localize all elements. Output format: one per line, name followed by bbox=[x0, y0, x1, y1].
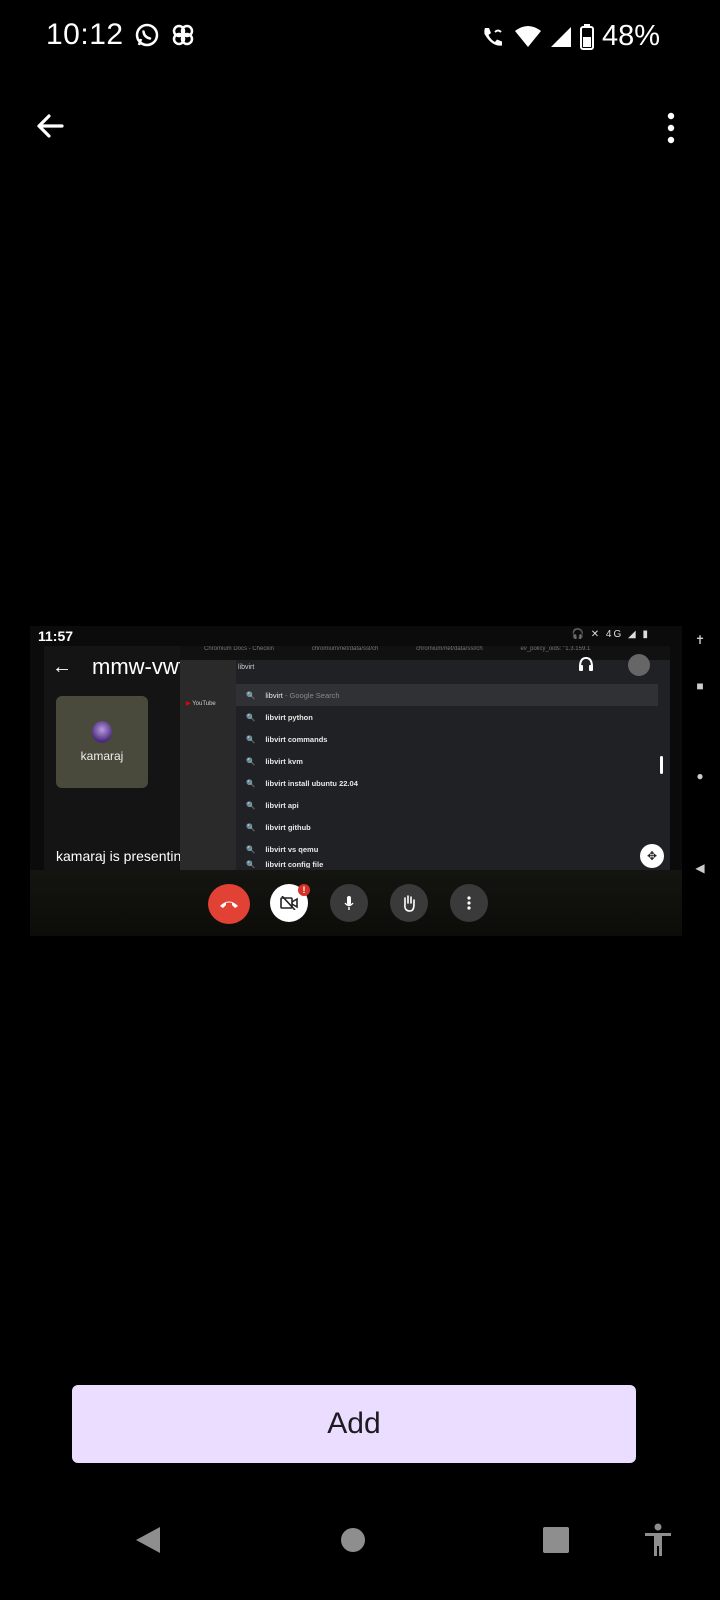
whatsapp-icon bbox=[135, 23, 159, 47]
meeting-back-icon: ← bbox=[52, 656, 72, 678]
fullscreen-exit-icon: ✥ bbox=[640, 844, 664, 868]
participant-tile: kamaraj bbox=[56, 696, 148, 788]
nav-back-button[interactable] bbox=[118, 1510, 178, 1570]
end-call-icon bbox=[208, 884, 250, 924]
suggestion-item: 🔍 libvirt commands bbox=[246, 734, 328, 744]
back-icon bbox=[136, 1527, 160, 1553]
nav-home-button[interactable] bbox=[323, 1510, 383, 1570]
screenshot-preview: 11:57 🎧 ✕ 4G ◢ ▮ ✝ ■ ● ◀ ← mmw-vwto-tkg … bbox=[30, 626, 720, 936]
raise-hand-icon bbox=[390, 884, 428, 922]
avatar bbox=[92, 721, 112, 743]
call-controls: ! bbox=[30, 870, 682, 936]
system-nav-bar bbox=[0, 1480, 720, 1600]
back-icon: ◀ bbox=[695, 861, 705, 875]
recents-icon bbox=[543, 1527, 569, 1553]
suggestion-item: 🔍 libvirt install ubuntu 22.04 bbox=[246, 778, 358, 788]
mic-icon bbox=[330, 884, 368, 922]
presenting-label: kamaraj is presenting bbox=[56, 848, 190, 864]
status-right-icons: 48% bbox=[480, 20, 660, 53]
more-vert-icon bbox=[667, 112, 675, 144]
browser-tabs: Chromium Docs - Checkin chromium/net/dat… bbox=[180, 646, 670, 660]
suggestion-item: 🔍 libvirt python bbox=[246, 712, 313, 722]
browser-tab: Chromium Docs - Checkin bbox=[204, 646, 275, 652]
accessibility-icon: ✝ bbox=[694, 633, 706, 647]
nav-recents-button[interactable] bbox=[526, 1510, 586, 1570]
switch-camera-icon bbox=[628, 654, 650, 676]
home-icon bbox=[341, 1528, 365, 1552]
wifi-calling-icon bbox=[484, 27, 502, 46]
browser-tab: ev_policy_oids: "1.3.159.1 bbox=[520, 646, 591, 652]
nav-accessibility-button[interactable] bbox=[628, 1510, 688, 1570]
preview-side-nav: ✝ ■ ● ◀ bbox=[682, 626, 720, 936]
more-vert-icon bbox=[450, 884, 488, 922]
suggestion-item: 🔍 libvirt api bbox=[246, 800, 299, 810]
signal-icon bbox=[550, 26, 571, 47]
wifi-icon bbox=[514, 25, 541, 47]
accessibility-icon bbox=[645, 1523, 671, 1556]
suggestion-item: 🔍 libvirt vs qemu bbox=[246, 844, 319, 854]
recents-icon: ■ bbox=[696, 679, 704, 693]
youtube-bookmark: ▶ YouTube bbox=[186, 701, 216, 707]
scrollbar bbox=[660, 756, 663, 774]
headphones-icon bbox=[578, 656, 594, 677]
browser-tab: chromium/net/data/ssl/ch bbox=[311, 646, 379, 652]
meeting-view: ← mmw-vwto-tkg ▶ kamaraj kamaraj is pres… bbox=[44, 646, 670, 876]
shared-browser-screen: Chromium Docs - Checkin chromium/net/dat… bbox=[180, 646, 670, 876]
browser-sidebar: ▶ YouTube bbox=[180, 660, 236, 876]
preview-status-icons: 🎧 ✕ 4G ◢ ▮ bbox=[571, 629, 650, 640]
arrow-left-icon bbox=[37, 114, 64, 138]
status-left-icons bbox=[134, 22, 196, 48]
pinwheel-icon bbox=[172, 24, 194, 46]
battery-percent: 48% bbox=[601, 20, 660, 52]
add-button[interactable]: Add bbox=[72, 1385, 636, 1463]
suggestion-item: 🔍 libvirt config file bbox=[246, 860, 324, 868]
participant-name: kamaraj bbox=[80, 749, 124, 763]
more-options-button[interactable] bbox=[656, 108, 686, 148]
battery-icon bbox=[579, 23, 594, 50]
back-button[interactable] bbox=[30, 106, 70, 146]
status-bar: 10:12 48% bbox=[0, 0, 720, 72]
status-time: 10:12 bbox=[46, 18, 124, 51]
camera-alert-badge: ! bbox=[298, 884, 310, 896]
suggestion-item: 🔍 libvirt github bbox=[246, 822, 311, 832]
home-icon: ● bbox=[696, 769, 704, 783]
preview-status-bar: 11:57 🎧 ✕ 4G ◢ ▮ bbox=[30, 626, 720, 648]
suggestion-item: 🔍 libvirt - Google Search bbox=[236, 684, 658, 706]
preview-status-time: 11:57 bbox=[38, 628, 74, 644]
search-suggestions: 🔍 libvirt - Google Search 🔍 libvirt python… bbox=[236, 684, 658, 874]
browser-tab: chromium/net/data/ssl/ch bbox=[416, 646, 483, 652]
browser-omnibox: libvirt bbox=[238, 664, 255, 671]
suggestion-item: 🔍 libvirt kvm bbox=[246, 756, 303, 766]
